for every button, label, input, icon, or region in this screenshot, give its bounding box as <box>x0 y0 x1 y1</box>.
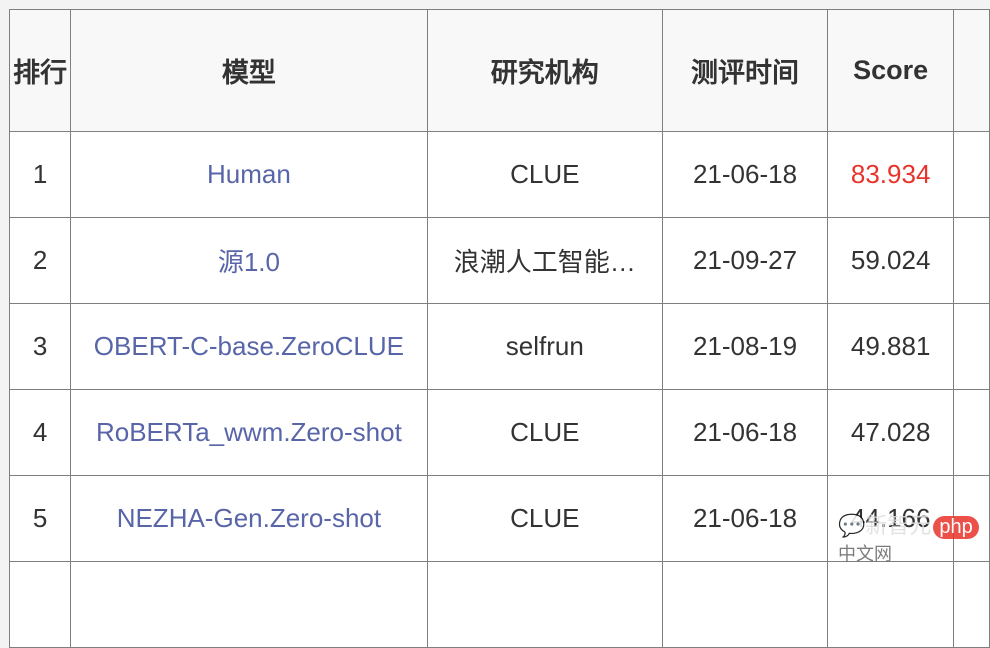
date-cell: 21-06-18 <box>662 475 828 562</box>
rank-cell: 1 <box>8 131 72 218</box>
header-rank[interactable]: 排行 <box>8 9 72 132</box>
rank-cell: 3 <box>8 303 72 390</box>
table-row: 2 源1.0 浪潮人工智能… 21-09-27 59.024 <box>8 217 990 304</box>
table-row: 3 OBERT-C-base.ZeroCLUE selfrun 21-08-19… <box>8 303 990 390</box>
score-cell: 49.881 <box>826 303 955 390</box>
date-cell: 21-09-27 <box>662 217 828 304</box>
header-score[interactable]: Score <box>826 9 955 132</box>
date-cell: 21-06-18 <box>662 389 828 476</box>
extra-cell <box>953 303 990 390</box>
header-date[interactable]: 测评时间 <box>662 9 828 132</box>
score-cell: 47.028 <box>826 389 955 476</box>
header-model[interactable]: 模型 <box>70 9 428 132</box>
rank-cell: 5 <box>8 475 72 562</box>
extra-cell <box>953 475 990 562</box>
model-link[interactable]: 源1.0 <box>218 247 280 277</box>
score-cell: 44.166 <box>826 475 955 562</box>
model-cell: RoBERTa_wwm.Zero-shot <box>70 389 428 476</box>
leaderboard-table: 排行 模型 研究机构 测评时间 Score 1 Human CLUE 21-06… <box>8 9 990 648</box>
header-org[interactable]: 研究机构 <box>426 9 664 132</box>
date-cell: 21-06-18 <box>662 131 828 218</box>
org-cell: CLUE <box>426 475 664 562</box>
model-cell: NEZHA-Gen.Zero-shot <box>70 475 428 562</box>
model-link[interactable]: Human <box>207 159 291 189</box>
org-cell: CLUE <box>426 389 664 476</box>
score-cell: 59.024 <box>826 217 955 304</box>
model-cell: Human <box>70 131 428 218</box>
date-cell: 21-08-19 <box>662 303 828 390</box>
org-cell: CLUE <box>426 131 664 218</box>
table-row <box>8 561 990 648</box>
table-row: 4 RoBERTa_wwm.Zero-shot CLUE 21-06-18 47… <box>8 389 990 476</box>
score-cell: 83.934 <box>826 131 955 218</box>
rank-cell: 2 <box>8 217 72 304</box>
model-link[interactable]: RoBERTa_wwm.Zero-shot <box>96 417 402 447</box>
header-extra <box>953 9 990 132</box>
rank-cell: 4 <box>8 389 72 476</box>
model-cell: 源1.0 <box>70 217 428 304</box>
table-row: 5 NEZHA-Gen.Zero-shot CLUE 21-06-18 44.1… <box>8 475 990 562</box>
extra-cell <box>953 389 990 476</box>
header-row: 排行 模型 研究机构 测评时间 Score <box>8 9 990 132</box>
model-cell: OBERT-C-base.ZeroCLUE <box>70 303 428 390</box>
org-cell: selfrun <box>426 303 664 390</box>
table-row: 1 Human CLUE 21-06-18 83.934 <box>8 131 990 218</box>
org-cell: 浪潮人工智能… <box>426 217 664 304</box>
model-link[interactable]: OBERT-C-base.ZeroCLUE <box>94 331 404 361</box>
extra-cell <box>953 217 990 304</box>
extra-cell <box>953 131 990 218</box>
model-link[interactable]: NEZHA-Gen.Zero-shot <box>117 503 381 533</box>
